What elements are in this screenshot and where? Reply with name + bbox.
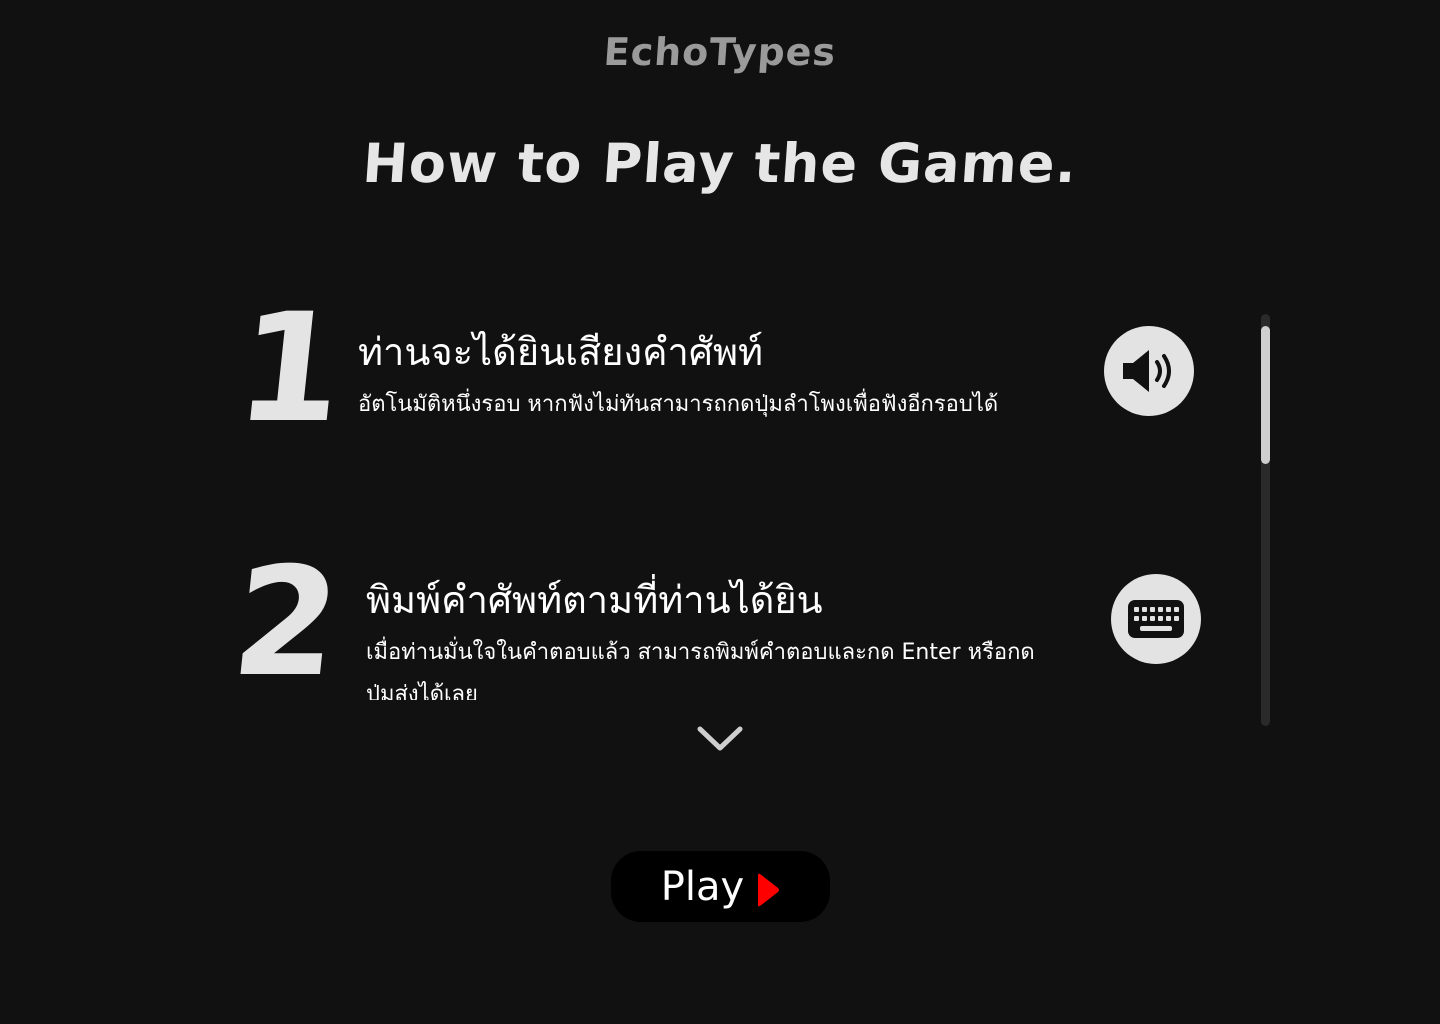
steps-scroll-panel[interactable]: 1 ท่านจะได้ยินเสียงคำศัพท์ อัตโนมัติหนึ่… [230, 300, 1230, 700]
scrollbar-thumb[interactable] [1261, 326, 1270, 464]
step-text: ท่านจะได้ยินเสียงคำศัพท์ อัตโนมัติหนึ่งร… [358, 320, 1078, 426]
scroll-down-button[interactable] [694, 720, 746, 756]
step-title: ท่านจะได้ยินเสียงคำศัพท์ [358, 330, 764, 374]
speaker-button[interactable] [1104, 326, 1194, 416]
step-title: พิมพ์คำศัพท์ตามที่ท่านได้ยิน [366, 578, 823, 622]
keyboard-button[interactable] [1111, 574, 1201, 664]
step-item: 2 พิมพ์คำศัพท์ตามที่ท่านได้ยิน เมื่อท่าน… [230, 536, 1230, 700]
scrollbar[interactable] [1261, 314, 1270, 726]
step-description: อัตโนมัติหนึ่งรอบ หากฟังไม่ทันสามารถกดปุ… [358, 392, 999, 417]
how-to-play-page: EchoTypes How to Play the Game. 1 ท่านจะ… [0, 0, 1440, 1024]
step-item: 1 ท่านจะได้ยินเสียงคำศัพท์ อัตโนมัติหนึ่… [230, 300, 1230, 460]
page-heading: How to Play the Game. [360, 132, 1080, 195]
play-button-label: Play [660, 863, 745, 910]
play-icon [758, 873, 780, 906]
app-title: EchoTypes [602, 30, 838, 74]
step-number: 2 [230, 536, 348, 700]
chevron-down-icon [697, 726, 743, 751]
play-button[interactable]: Play [611, 851, 830, 922]
step-text: พิมพ์คำศัพท์ตามที่ท่านได้ยิน เมื่อท่านมั… [366, 568, 1046, 700]
keyboard-icon [1128, 600, 1184, 638]
step-number: 1 [230, 300, 352, 456]
speaker-icon [1123, 350, 1171, 392]
step-description: เมื่อท่านมั่นใจในคำตอบแล้ว สามารถพิมพ์คำ… [366, 640, 1035, 700]
